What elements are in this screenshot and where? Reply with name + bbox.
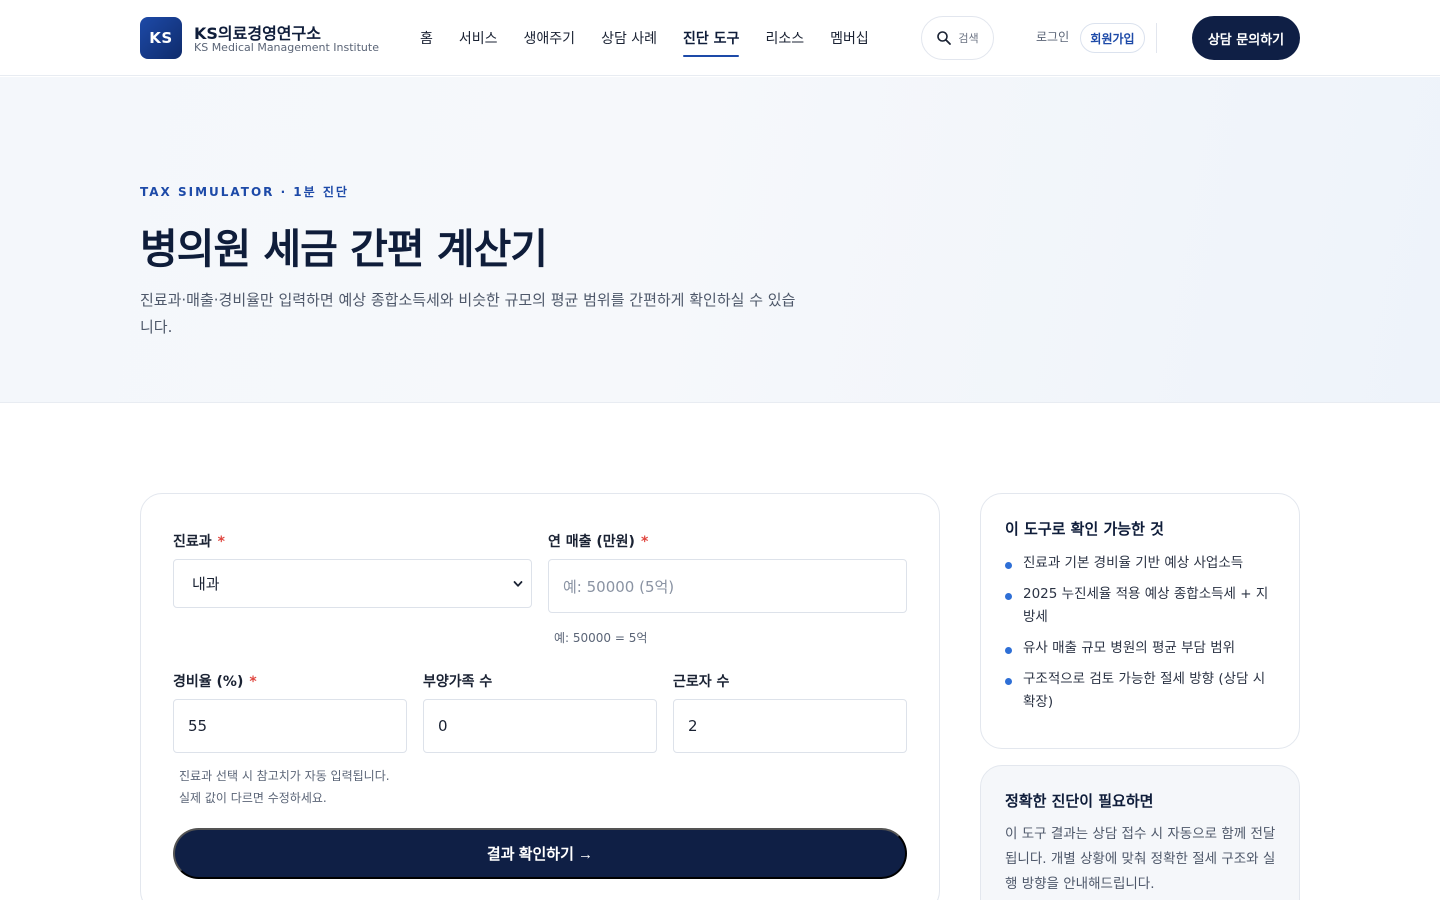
revenue-hint: 예: 50000 = 5억: [554, 631, 648, 645]
form-hint-line1: 진료과 선택 시 참고치가 자동 입력됩니다.: [179, 769, 390, 783]
search-button[interactable]: 검색: [921, 16, 994, 60]
required-mark: *: [217, 534, 225, 550]
bullet-dot: [1005, 678, 1012, 685]
nav-lifecycle[interactable]: 생애주기: [511, 0, 589, 76]
list-item: 진료과 기본 경비율 기반 예상 사업소득: [1005, 552, 1277, 575]
search-icon: [937, 31, 952, 45]
chevron-down-icon: [513, 580, 523, 587]
consult-info-title: 정확한 진단이 필요하면: [1005, 792, 1154, 810]
main-nav: 홈 서비스 생애주기 상담 사례 진단 도구 리소스 멤버십: [407, 0, 882, 76]
nav-cases[interactable]: 상담 사례: [588, 0, 670, 76]
features-card: 이 도구로 확인 가능한 것 진료과 기본 경비율 기반 예상 사업소득 202…: [980, 493, 1300, 749]
header-divider: [1156, 23, 1157, 53]
nav-home[interactable]: 홈: [407, 0, 446, 76]
search-label: 검색: [958, 32, 979, 45]
page-title: 병의원 세금 간편 계산기: [140, 225, 548, 273]
department-value: 내과: [192, 575, 220, 593]
consult-info-description: 이 도구 결과는 상담 접수 시 자동으로 함께 전달됩니다. 개별 상황에 맞…: [1005, 826, 1276, 892]
login-link[interactable]: 로그인: [1036, 28, 1069, 45]
dependents-input[interactable]: 0: [423, 699, 657, 753]
expense-rate-label: 경비율 (%) *: [173, 674, 257, 690]
dependents-label: 부양가족 수: [423, 674, 493, 690]
required-mark: *: [249, 674, 257, 690]
bullet-dot: [1005, 647, 1012, 654]
employees-input[interactable]: 2: [673, 699, 907, 753]
features-list: 진료과 기본 경비율 기반 예상 사업소득 2025 누진세율 적용 예상 종합…: [1005, 552, 1277, 722]
nav-membership[interactable]: 멤버십: [817, 0, 882, 76]
employees-value: 2: [688, 717, 698, 735]
hero-description: 진료과·매출·경비율만 입력하면 예상 종합소득세와 비슷한 규모의 평균 범위…: [140, 291, 796, 336]
consult-info-card: 정확한 진단이 필요하면 이 도구 결과는 상담 접수 시 자동으로 함께 전달…: [980, 765, 1300, 900]
submit-button[interactable]: 결과 확인하기 →: [173, 828, 907, 879]
hero-eyebrow: TAX SIMULATOR · 1분 진단: [140, 185, 349, 199]
logo-subtitle: KS Medical Management Institute: [194, 41, 379, 54]
consult-button[interactable]: 상담 문의하기: [1192, 16, 1300, 60]
expense-rate-value: 55: [188, 717, 208, 735]
employees-label: 근로자 수: [673, 674, 730, 690]
bullet-dot: [1005, 562, 1012, 569]
site-header: KS KS의료경영연구소 KS Medical Management Insti…: [0, 0, 1440, 76]
revenue-label: 연 매출 (만원) *: [548, 534, 649, 550]
revenue-placeholder: 예: 50000 (5억): [563, 577, 675, 596]
department-select[interactable]: 내과: [173, 559, 532, 608]
bullet-dot: [1005, 593, 1012, 600]
list-item: 구조적으로 검토 가능한 절세 방향 (상담 시 확장): [1005, 668, 1277, 714]
hero-section: TAX SIMULATOR · 1분 진단 병의원 세금 간편 계산기 진료과·…: [0, 77, 1440, 403]
nav-services[interactable]: 서비스: [446, 0, 511, 76]
required-mark: *: [640, 534, 649, 550]
nav-diagnostic-tools[interactable]: 진단 도구: [670, 0, 752, 76]
list-item: 유사 매출 규모 병원의 평균 부담 범위: [1005, 637, 1277, 660]
features-title: 이 도구로 확인 가능한 것: [1005, 520, 1164, 538]
list-item: 2025 누진세율 적용 예상 종합소득세 + 지방세: [1005, 583, 1277, 629]
dependents-value: 0: [438, 717, 448, 735]
logo-badge[interactable]: KS: [140, 17, 182, 59]
signup-button[interactable]: 회원가입: [1080, 23, 1145, 53]
form-hint-line2: 실제 값이 다르면 수정하세요.: [179, 791, 327, 805]
calculator-form-card: 진료과 * 내과 연 매출 (만원) * 예: 50000 (5억) 예: 5000…: [140, 493, 940, 900]
department-label: 진료과 *: [173, 534, 225, 550]
nav-resources[interactable]: 리소스: [752, 0, 817, 76]
revenue-input[interactable]: 예: 50000 (5억): [548, 559, 907, 613]
expense-rate-input[interactable]: 55: [173, 699, 407, 753]
